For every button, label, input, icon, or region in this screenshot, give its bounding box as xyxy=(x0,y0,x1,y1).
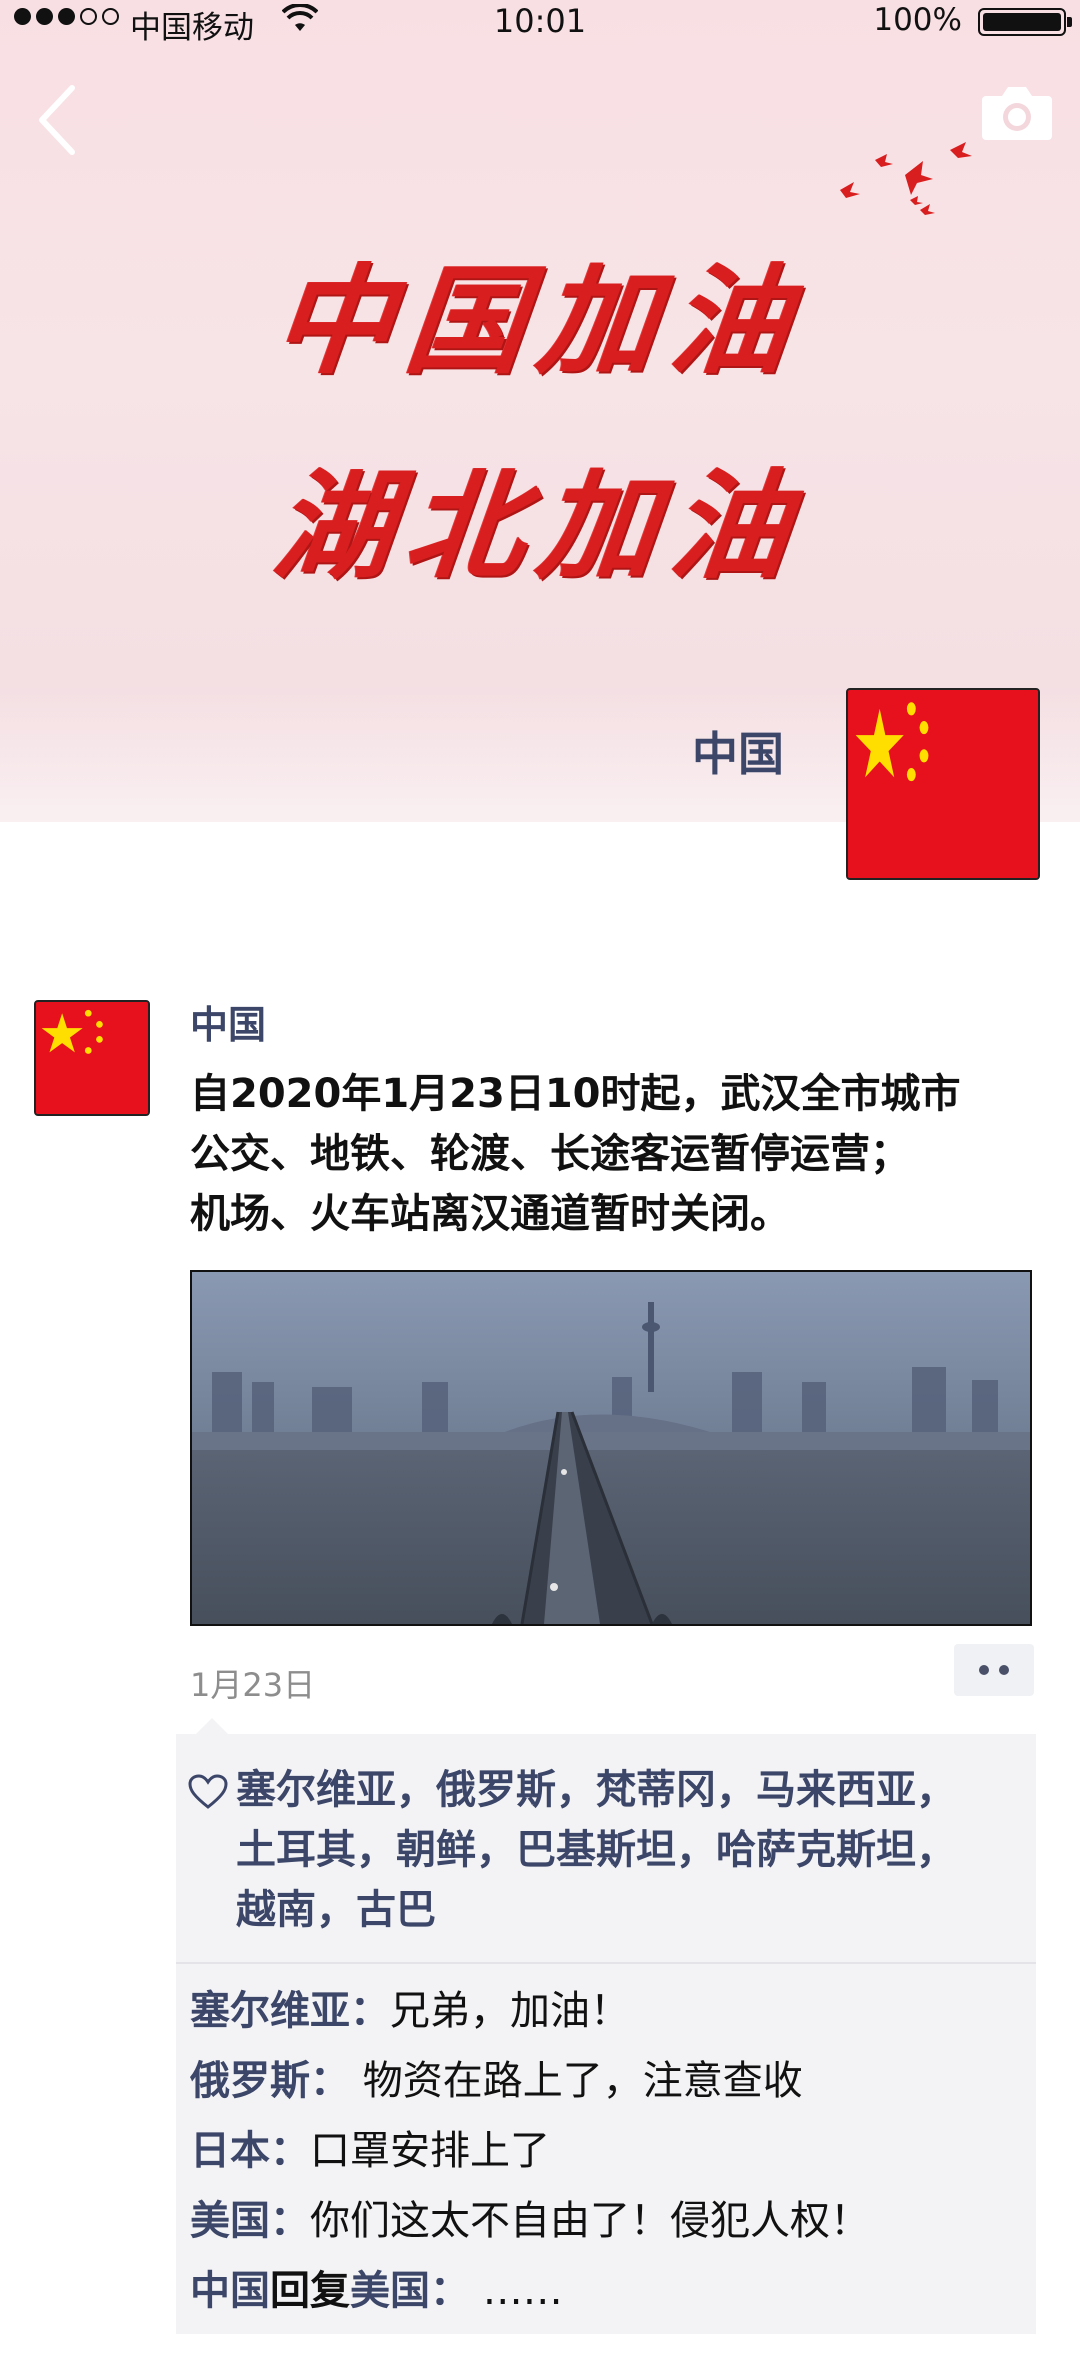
interaction-panel: 塞尔维亚，俄罗斯，梵蒂冈，马来西亚， 土耳其，朝鲜，巴基斯坦，哈萨克斯坦， 越南… xyxy=(176,1718,1036,2334)
likes-line[interactable]: 土耳其，朝鲜，巴基斯坦，哈萨克斯坦， xyxy=(236,1820,1016,1880)
dot xyxy=(979,1665,989,1675)
china-flag-icon xyxy=(36,1002,148,1114)
reply-word: 回复 xyxy=(270,2268,350,2314)
comment-author[interactable]: 俄罗斯 xyxy=(190,2058,310,2104)
comment-colon: ： xyxy=(310,2058,350,2104)
comment-colon: ： xyxy=(350,1988,390,2034)
post-author-avatar[interactable] xyxy=(34,1000,150,1116)
panel-arrow xyxy=(196,1718,228,1734)
flying-birds-decoration xyxy=(840,142,972,215)
comment-author[interactable]: 日本 xyxy=(190,2128,270,2174)
comment-text: 物资在路上了，注意查收 xyxy=(350,2058,803,2104)
post-text-line: 公交、地铁、轮渡、长途客运暂停运营； xyxy=(190,1131,910,1177)
camera-icon[interactable] xyxy=(980,82,1054,142)
comment-author[interactable]: 美国 xyxy=(190,2198,270,2244)
post-date: 1月23日 xyxy=(190,1666,316,1704)
comment-item[interactable]: 中国回复美国： …… xyxy=(190,2256,1022,2326)
comment-item[interactable]: 日本：口罩安排上了 xyxy=(190,2116,1022,2186)
likes-line[interactable]: 塞尔维亚，俄罗斯，梵蒂冈，马来西亚， xyxy=(236,1760,1016,1820)
comment-colon: ： xyxy=(270,2128,310,2174)
reply-to-author[interactable]: 美国 xyxy=(350,2268,430,2314)
comment-item[interactable]: 俄罗斯： 物资在路上了，注意查收 xyxy=(190,2046,1022,2116)
post-body-text: 自2020年1月23日10时起，武汉全市城市 公交、地铁、轮渡、长途客运暂停运营… xyxy=(190,1064,1050,1244)
post-text-line: 机场、火车站离汉通道暂时关闭。 xyxy=(190,1191,790,1237)
post-text-line: 自2020年1月23日10时起，武汉全市城市 xyxy=(190,1071,961,1117)
status-bar: 中国移动 10:01 100% xyxy=(0,0,1080,46)
comment-colon: ： xyxy=(270,2198,310,2244)
battery-icon xyxy=(978,8,1072,36)
comment-item[interactable]: 美国：你们这太不自由了！侵犯人权！ xyxy=(190,2186,1022,2256)
comment-text: …… xyxy=(470,2268,563,2314)
comment-text: 兄弟，加油！ xyxy=(390,1988,630,2034)
more-dots-icon[interactable] xyxy=(954,1644,1034,1696)
comment-author[interactable]: 中国 xyxy=(190,2268,270,2314)
heart-icon xyxy=(188,1774,228,1809)
likes-list: 塞尔维亚，俄罗斯，梵蒂冈，马来西亚， 土耳其，朝鲜，巴基斯坦，哈萨克斯坦， 越南… xyxy=(176,1734,1036,1962)
comment-item[interactable]: 塞尔维亚：兄弟，加油！ xyxy=(190,1976,1022,2046)
post-video-thumbnail[interactable] xyxy=(190,1270,1032,1626)
post-author-name[interactable]: 中国 xyxy=(190,994,266,1049)
likes-line[interactable]: 越南，古巴 xyxy=(236,1880,1016,1940)
dot xyxy=(999,1665,1009,1675)
comment-author[interactable]: 塞尔维亚 xyxy=(190,1988,350,2034)
comment-colon: ： xyxy=(430,2268,470,2314)
battery-percent: 100% xyxy=(873,2,962,38)
comment-text: 你们这太不自由了！侵犯人权！ xyxy=(310,2198,870,2244)
comments-list: 塞尔维亚：兄弟，加油！ 俄罗斯： 物资在路上了，注意查收 日本：口罩安排上了 美… xyxy=(176,1964,1036,2326)
slogan-hubei-jiayou: 湖北加油 xyxy=(267,456,811,595)
back-chevron-icon[interactable] xyxy=(30,80,90,160)
profile-name[interactable]: 中国 xyxy=(692,718,784,784)
wuhan-bridge-photo xyxy=(192,1272,1030,1624)
profile-avatar-flag[interactable] xyxy=(846,688,1040,880)
comment-text: 口罩安排上了 xyxy=(310,2128,550,2174)
slogan-china-jiayou: 中国加油 xyxy=(267,251,811,390)
china-flag-icon xyxy=(848,690,1038,878)
